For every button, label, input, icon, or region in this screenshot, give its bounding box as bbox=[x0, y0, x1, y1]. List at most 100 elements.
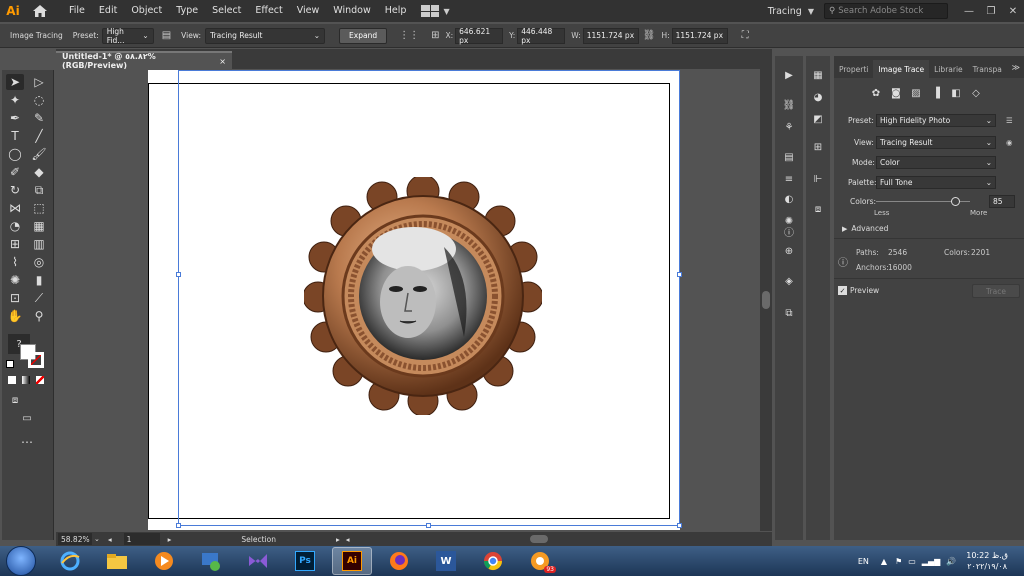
menu-window[interactable]: Window bbox=[326, 0, 377, 22]
stroke-panel-icon[interactable]: ≡ bbox=[781, 172, 797, 186]
low-color-icon[interactable]: ▨ bbox=[908, 86, 924, 100]
default-colors-icon[interactable] bbox=[6, 360, 14, 368]
vertical-scrollbar[interactable] bbox=[760, 69, 772, 531]
direct-selection-tool-icon[interactable]: ▷ bbox=[30, 74, 48, 90]
next-artboard-icon[interactable]: ▸ bbox=[168, 535, 172, 544]
close-document-button[interactable]: × bbox=[219, 57, 226, 66]
prev-artboard-icon[interactable]: ◂ bbox=[108, 535, 112, 544]
start-button[interactable] bbox=[6, 546, 36, 576]
reference-point-icon[interactable]: ⊞ bbox=[431, 30, 439, 41]
trace-button[interactable]: Trace bbox=[972, 284, 1020, 298]
link-icon[interactable]: ⛓ bbox=[643, 30, 656, 41]
selection-handle[interactable] bbox=[677, 272, 682, 277]
colors-field[interactable]: 85 bbox=[989, 195, 1015, 208]
layers-panel-icon[interactable]: ◈ bbox=[781, 274, 797, 288]
preset-dropdown[interactable]: High Fidelity Photo ⌄ bbox=[876, 113, 996, 127]
draw-mode-icon[interactable]: ⧈ bbox=[6, 392, 24, 408]
document-tab[interactable]: Untitled-1* @ ٥٨.٨٢% (RGB/Preview) × bbox=[56, 51, 232, 70]
file-explorer-icon[interactable] bbox=[97, 547, 137, 575]
selection-handle[interactable] bbox=[176, 272, 181, 277]
stroke-swatch[interactable] bbox=[28, 352, 44, 368]
column-graph-tool-icon[interactable]: ▮ bbox=[30, 272, 48, 288]
vertical-scroll-thumb[interactable] bbox=[762, 291, 770, 309]
artboards-panel-icon[interactable]: ⧉ bbox=[781, 306, 797, 320]
panel-menu-icon[interactable]: ≫ bbox=[1012, 63, 1020, 72]
slice-tool-icon[interactable]: ⟋ bbox=[30, 290, 48, 306]
hand-tool-icon[interactable]: ✋ bbox=[6, 308, 24, 324]
display-icon[interactable]: ▭ bbox=[908, 557, 916, 566]
color-mode-icon[interactable] bbox=[8, 376, 16, 384]
h-field[interactable]: 1151.724 px bbox=[671, 27, 728, 44]
ellipse-tool-icon[interactable]: ◯ bbox=[6, 146, 24, 162]
maximize-button[interactable]: ❐ bbox=[980, 6, 1002, 17]
media-player-icon[interactable] bbox=[144, 547, 184, 575]
selection-tool-icon[interactable]: ➤ bbox=[6, 74, 24, 90]
horizontal-scroll-thumb[interactable] bbox=[529, 535, 548, 543]
none-mode-icon[interactable] bbox=[36, 376, 44, 384]
align-panel-icon[interactable]: ⊩ bbox=[810, 172, 826, 186]
artboard-field[interactable]: 1 bbox=[123, 533, 160, 545]
type-tool-icon[interactable]: T bbox=[6, 128, 24, 144]
home-icon[interactable] bbox=[30, 0, 50, 22]
eraser-tool-icon[interactable]: ◆ bbox=[30, 164, 48, 180]
transform-icon[interactable]: ⛶ bbox=[742, 30, 749, 41]
outline-icon[interactable]: ◇ bbox=[968, 86, 984, 100]
x-field[interactable]: 646.621 px bbox=[455, 27, 504, 45]
w-field[interactable]: 1151.724 px bbox=[582, 27, 639, 44]
lasso-tool-icon[interactable]: ◌ bbox=[30, 92, 48, 108]
preset-dropdown[interactable]: High Fid... ⌄ bbox=[101, 27, 154, 45]
media-center-icon[interactable] bbox=[191, 547, 231, 575]
selection-handle[interactable] bbox=[677, 523, 682, 528]
selection-handle[interactable] bbox=[176, 523, 181, 528]
swatches-panel-icon[interactable]: ⊞ bbox=[810, 140, 826, 154]
word-icon[interactable]: W bbox=[426, 547, 466, 575]
color-panel-icon[interactable]: ◕ bbox=[810, 90, 826, 104]
image-trace-panel-icon[interactable]: ▤ bbox=[162, 30, 171, 41]
info-icon[interactable]: ⓘ bbox=[781, 224, 797, 239]
shaper-tool-icon[interactable]: ✐ bbox=[6, 164, 24, 180]
gradient-panel-icon[interactable]: ▤ bbox=[781, 150, 797, 164]
status-menu-icon[interactable]: ▸ bbox=[336, 535, 340, 544]
illustrator-icon[interactable]: Ai bbox=[332, 547, 372, 575]
screen-mode-icon[interactable]: ▭ bbox=[18, 410, 36, 426]
eye-icon[interactable]: ◉ bbox=[1006, 138, 1013, 147]
rotate-tool-icon[interactable]: ↻ bbox=[6, 182, 24, 198]
tab-properties[interactable]: Properti bbox=[834, 60, 873, 78]
palette-dropdown[interactable]: Full Tone ⌄ bbox=[876, 175, 996, 189]
high-color-icon[interactable]: ◙ bbox=[888, 86, 904, 100]
view-dropdown[interactable]: Tracing Result ⌄ bbox=[205, 27, 326, 44]
chrome-icon[interactable] bbox=[473, 547, 513, 575]
search-stock-input[interactable]: ⚲ Search Adobe Stock bbox=[824, 3, 948, 19]
fill-stroke-swatch[interactable] bbox=[20, 344, 44, 368]
canvas-area[interactable] bbox=[56, 69, 760, 531]
menu-object[interactable]: Object bbox=[124, 0, 169, 22]
zoom-tool-icon[interactable]: ⚲ bbox=[30, 308, 48, 324]
transparency-panel-icon[interactable]: ◐ bbox=[781, 192, 797, 206]
pen-tool-icon[interactable]: ✒ bbox=[6, 110, 24, 126]
clock[interactable]: 10:22 ق.ظ ٢٠٢٢/١٩/٠٨ bbox=[966, 550, 1008, 572]
links-icon[interactable]: ⛓ bbox=[781, 98, 797, 112]
menu-effect[interactable]: Effect bbox=[248, 0, 289, 22]
colors-slider-knob[interactable] bbox=[950, 197, 960, 206]
workspace-switcher[interactable]: Tracing bbox=[768, 6, 802, 17]
advanced-toggle[interactable]: ▶ Advanced bbox=[842, 224, 888, 233]
volume-icon[interactable]: 🔊 bbox=[946, 557, 956, 566]
more-tools-icon[interactable]: ⋯ bbox=[18, 434, 36, 450]
y-field[interactable]: 446.448 px bbox=[517, 27, 566, 45]
properties-panel-icon[interactable]: ▦ bbox=[810, 68, 826, 82]
menu-help[interactable]: Help bbox=[378, 0, 414, 22]
grayscale-icon[interactable]: ▐ bbox=[928, 86, 944, 100]
blend-tool-icon[interactable]: ◎ bbox=[30, 254, 48, 270]
scroll-left-icon[interactable]: ◂ bbox=[346, 535, 350, 544]
width-tool-icon[interactable]: ⋈ bbox=[6, 200, 24, 216]
visual-studio-icon[interactable] bbox=[238, 547, 278, 575]
tab-image-trace[interactable]: Image Trace bbox=[873, 60, 930, 78]
gradient-mode-icon[interactable] bbox=[22, 376, 30, 384]
photoshop-icon[interactable]: Ps bbox=[285, 547, 325, 575]
selection-handle[interactable] bbox=[426, 523, 431, 528]
artboard-tool-icon[interactable]: ⊡ bbox=[6, 290, 24, 306]
menu-type[interactable]: Type bbox=[169, 0, 205, 22]
tab-libraries[interactable]: Librarie bbox=[929, 60, 967, 78]
preview-checkbox[interactable]: ✓ bbox=[838, 286, 847, 295]
magic-wand-tool-icon[interactable]: ✦ bbox=[6, 92, 24, 108]
